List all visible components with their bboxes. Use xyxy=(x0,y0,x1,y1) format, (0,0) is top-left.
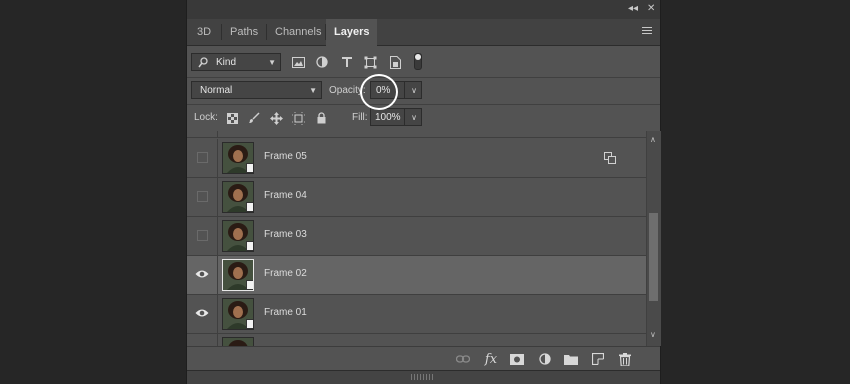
lock-label: Lock: xyxy=(194,112,218,123)
scroll-up-icon[interactable]: ∧ xyxy=(650,135,656,144)
new-layer-icon[interactable] xyxy=(590,351,606,367)
layer-row-selected[interactable]: Frame 02 xyxy=(187,256,646,295)
blend-row: Normal ▼ Opacity: 0% ∨ xyxy=(187,78,660,105)
chevron-down-icon: ▼ xyxy=(268,58,276,67)
visibility-toggle[interactable] xyxy=(187,131,218,137)
layers-scrollbar[interactable]: ∧ ∨ xyxy=(646,131,661,346)
chevron-down-icon: ∨ xyxy=(411,86,417,95)
panel-resize-bar[interactable] xyxy=(187,370,660,384)
pixel-filter-icon[interactable] xyxy=(291,55,305,69)
visibility-toggle[interactable] xyxy=(187,295,218,333)
tab-paths[interactable]: Paths xyxy=(222,19,266,45)
panel-titlebar: ◂◂ ✕ xyxy=(187,0,660,20)
scrollbar-thumb[interactable] xyxy=(649,213,658,301)
opacity-highlight-circle xyxy=(360,74,398,110)
panel-tabbar: 3D Paths Channels Layers xyxy=(187,19,660,46)
fill-dropdown-button[interactable]: ∨ xyxy=(404,108,422,126)
type-filter-icon[interactable] xyxy=(340,55,354,69)
smart-object-link-icon xyxy=(604,151,616,169)
smart-object-badge-icon xyxy=(246,163,253,173)
layers-list: Frame 05 Frame 04 Frame 03 Frame 02 Fram… xyxy=(187,131,646,346)
lock-position-move-icon[interactable] xyxy=(269,111,283,125)
collapse-icon[interactable]: ◂◂ xyxy=(628,3,638,14)
link-icon[interactable] xyxy=(455,351,471,367)
layer-row[interactable]: Frame 05 xyxy=(187,139,646,178)
tab-layers[interactable]: Layers xyxy=(326,19,378,46)
layer-row[interactable]: Frame 01 xyxy=(187,295,646,334)
layer-thumbnail xyxy=(222,298,254,330)
layer-thumbnail xyxy=(222,337,254,346)
blend-mode-value: Normal xyxy=(200,85,233,96)
lock-artboard-icon[interactable] xyxy=(291,111,305,125)
adjustment-icon[interactable] xyxy=(537,351,553,367)
layer-row[interactable]: Frame 03 xyxy=(187,217,646,256)
eye-icon xyxy=(195,270,209,278)
visibility-toggle[interactable] xyxy=(187,139,218,177)
trash-icon[interactable] xyxy=(617,351,633,367)
lock-image-brush-icon[interactable] xyxy=(247,111,261,125)
layer-thumbnail xyxy=(222,181,254,213)
fill-label: Fill: xyxy=(352,112,368,123)
folder-icon[interactable] xyxy=(563,351,579,367)
layers-panel: ◂◂ ✕ 3D Paths Channels Layers Kind ▼ Nor… xyxy=(187,0,661,384)
smart-object-badge-icon xyxy=(246,202,253,212)
filter-row: Kind ▼ xyxy=(187,46,660,78)
layer-row[interactable]: Frame 04 xyxy=(187,178,646,217)
visibility-toggle[interactable] xyxy=(187,178,218,216)
visibility-off-box xyxy=(197,191,208,202)
eye-icon xyxy=(195,309,209,317)
layer-thumbnail xyxy=(222,259,254,291)
tab-3d[interactable]: 3D xyxy=(189,19,219,45)
adjustment-filter-icon[interactable] xyxy=(315,55,329,69)
smart-object-badge-icon xyxy=(246,280,253,290)
tab-channels[interactable]: Channels xyxy=(267,19,329,45)
layer-row-partial[interactable] xyxy=(187,131,646,138)
smart-object-filter-icon[interactable] xyxy=(388,55,402,69)
visibility-off-box xyxy=(197,152,208,163)
blend-mode-select[interactable]: Normal ▼ xyxy=(191,81,322,99)
layer-row-partial[interactable] xyxy=(187,334,646,346)
smart-object-badge-icon xyxy=(246,241,253,251)
smart-object-badge-icon xyxy=(246,319,253,329)
opacity-dropdown-button[interactable]: ∨ xyxy=(404,81,422,99)
chevron-down-icon: ∨ xyxy=(411,113,417,122)
kind-label: Kind xyxy=(216,57,237,68)
shape-filter-icon[interactable] xyxy=(363,55,377,69)
visibility-toggle[interactable] xyxy=(187,256,218,294)
scroll-down-icon[interactable]: ∨ xyxy=(650,330,656,339)
layer-thumbnail xyxy=(222,220,254,252)
visibility-toggle[interactable] xyxy=(187,217,218,255)
panel-footer: fx xyxy=(187,346,660,371)
search-icon xyxy=(198,57,208,68)
chevron-down-icon: ▼ xyxy=(309,86,317,95)
fx-icon[interactable]: fx xyxy=(483,351,499,367)
kind-select[interactable]: Kind ▼ xyxy=(191,53,281,71)
mask-icon[interactable] xyxy=(509,351,525,367)
layer-name[interactable]: Frame 03 xyxy=(264,229,307,240)
layer-name[interactable]: Frame 01 xyxy=(264,307,307,318)
layer-name[interactable]: Frame 04 xyxy=(264,190,307,201)
lock-row: Lock: Fill: 100% ∨ xyxy=(187,105,660,132)
visibility-off-box xyxy=(197,230,208,241)
lock-transparent-icon[interactable] xyxy=(225,111,239,125)
layer-name[interactable]: Frame 05 xyxy=(264,151,307,162)
layer-name[interactable]: Frame 02 xyxy=(264,268,307,279)
visibility-toggle[interactable] xyxy=(187,334,218,346)
close-icon[interactable]: ✕ xyxy=(647,3,655,14)
filter-toggle[interactable] xyxy=(414,53,422,70)
panel-menu-icon[interactable] xyxy=(642,27,652,36)
fill-value: 100% xyxy=(375,112,401,123)
layer-thumbnail xyxy=(222,142,254,174)
resize-grip-icon[interactable] xyxy=(411,374,435,380)
lock-all-icon[interactable] xyxy=(314,111,328,125)
